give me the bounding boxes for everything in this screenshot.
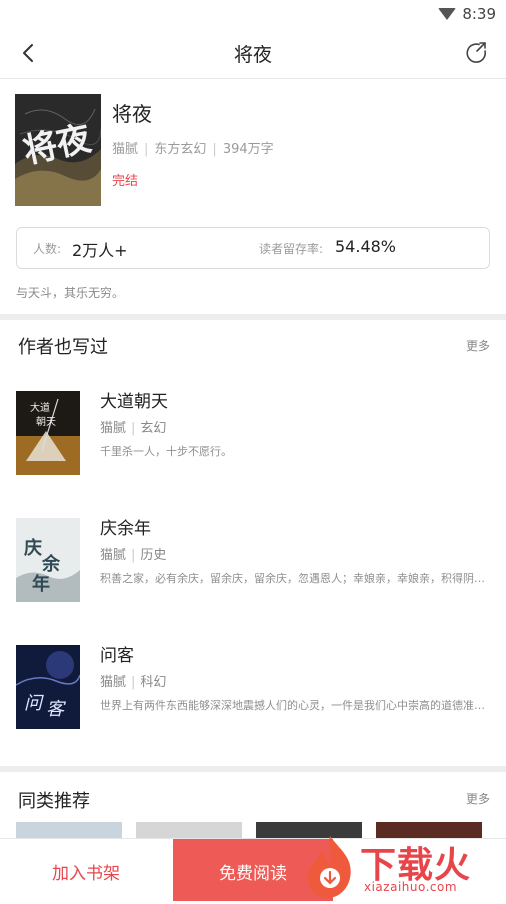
book-tagline: 与天斗，其乐无穷。 [16, 286, 125, 300]
book-author: 猫腻 [100, 421, 127, 436]
watermark-url: xiazaihuo.com [364, 880, 458, 894]
meta-separator: | [144, 142, 149, 157]
book-description: 千里杀一人，十步不愿行。 [100, 445, 232, 458]
readers-value: 2万人+ [72, 241, 128, 260]
author-more-link[interactable]: 更多 [466, 337, 490, 354]
author-book-item[interactable]: 庆 余 年 庆余年 猫腻 | 历史 积善之家，必有余庆，留余庆，留余庆，忽遇恩人；幸… [0, 518, 506, 612]
page-title: 将夜 [233, 44, 272, 66]
book-title: 庆余年 [100, 519, 151, 539]
readers-label: 人数: [33, 242, 62, 256]
similar-more-link[interactable]: 更多 [466, 790, 490, 807]
book-thumb[interactable]: 庆 余 年 [16, 518, 80, 602]
section-divider [0, 314, 506, 320]
retention-label: 读者留存率: [259, 242, 324, 256]
author-book-item[interactable]: 大道 朝天 大道朝天 猫腻 | 玄幻 千里杀一人，十步不愿行。 [0, 391, 506, 485]
book-meta: 猫腻 | 科幻 [100, 671, 166, 690]
author-section-title: 作者也写过 [18, 337, 108, 358]
meta-separator: | [131, 421, 136, 436]
wifi-icon [438, 8, 456, 20]
book-thumb[interactable]: 问 客 [16, 645, 80, 729]
retention-value: 54.48% [335, 237, 397, 256]
book-category: 东方玄幻 [154, 142, 207, 157]
svg-text:大道: 大道 [30, 401, 50, 414]
book-status: 完结 [112, 174, 139, 189]
book-category: 玄幻 [140, 421, 167, 436]
book-author: 猫腻 [100, 548, 127, 563]
svg-text:客: 客 [46, 699, 66, 720]
book-category: 历史 [140, 548, 167, 563]
svg-text:年: 年 [32, 573, 50, 595]
svg-text:问: 问 [24, 693, 44, 714]
status-bar: 8:39 [0, 0, 506, 28]
book-meta: 猫腻 | 历史 [100, 544, 166, 563]
svg-text:庆: 庆 [24, 537, 42, 559]
book-title: 问客 [100, 646, 134, 666]
watermark-logo: 下载火 xiazaihuo.com [300, 832, 506, 900]
similar-section-title: 同类推荐 [18, 791, 90, 812]
book-thumb[interactable]: 大道 朝天 [16, 391, 80, 475]
book-author: 猫腻 [100, 675, 127, 690]
book-meta: 猫腻 | 玄幻 [100, 417, 166, 436]
top-nav-bar: 将夜 [0, 28, 506, 79]
flame-logo-icon [307, 836, 351, 898]
svg-text:余: 余 [41, 553, 61, 575]
book-author[interactable]: 猫腻 [112, 142, 138, 157]
book-word-count: 394万字 [222, 142, 274, 157]
share-icon[interactable] [464, 40, 490, 66]
book-cover[interactable]: 将夜 [15, 94, 101, 206]
book-header: 将夜 将夜 猫腻 | 东方玄幻 | 394万字 完结 人数: 2万人+ 读者留存率: 5… [0, 80, 506, 320]
stats-box: 人数: 2万人+ 读者留存率: 54.48% [16, 227, 490, 269]
book-category: 科幻 [140, 675, 167, 690]
book-description: 积善之家，必有余庆，留余庆，留余庆，忽遇恩人；幸娘亲，幸娘亲，积得阴功。 [100, 572, 490, 585]
section-divider [0, 766, 506, 772]
meta-separator: | [131, 548, 136, 563]
book-title: 将夜 [112, 102, 152, 126]
author-book-item[interactable]: 问 客 问客 猫腻 | 科幻 世界上有两件东西能够深深地震撼人们的心灵，一件是我们心… [0, 645, 506, 739]
add-to-shelf-label: 加入书架 [52, 864, 120, 884]
meta-separator: | [131, 675, 136, 690]
svg-text:朝天: 朝天 [36, 416, 56, 428]
meta-separator: | [212, 142, 217, 157]
add-to-shelf-button[interactable]: 加入书架 [0, 839, 172, 901]
book-meta: 猫腻 | 东方玄幻 | 394万字 [112, 138, 274, 157]
book-title: 大道朝天 [100, 392, 168, 412]
book-description: 世界上有两件东西能够深深地震撼人们的心灵，一件是我们心中崇高的道德准则，另一件是… [100, 699, 490, 712]
status-time: 8:39 [462, 5, 496, 23]
